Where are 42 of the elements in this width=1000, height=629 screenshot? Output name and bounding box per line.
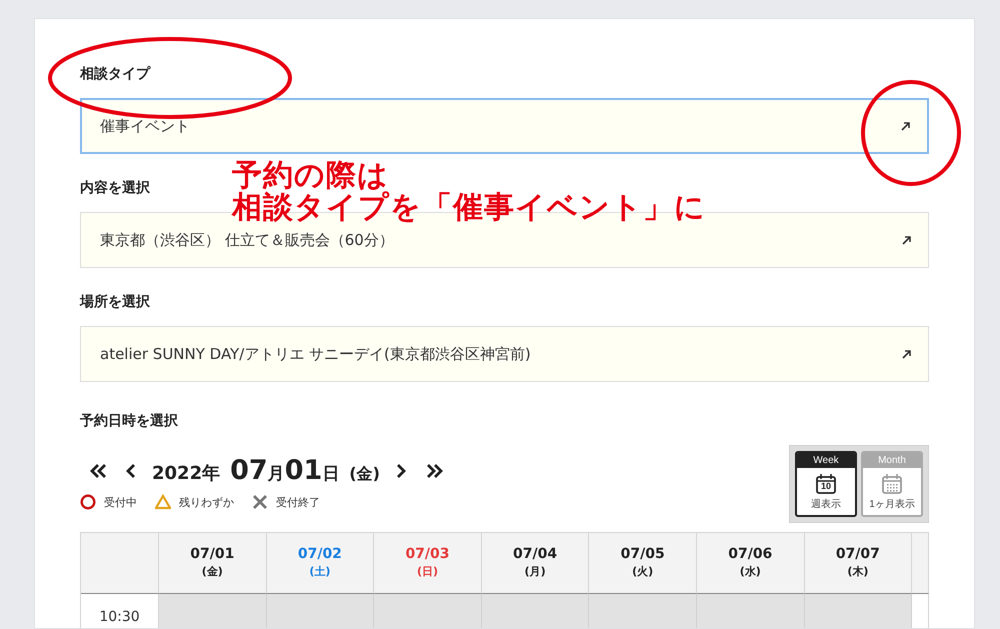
legend-label: 残りわずか [179,494,234,510]
slot-cell[interactable] [804,594,912,628]
field-label: 相談タイプ [80,65,150,84]
slot-cell[interactable] [374,594,482,628]
calendar-icon: 10 [815,473,837,495]
arrow-icon [901,234,912,246]
field-label: 場所を選択 [80,293,150,312]
date-text: 01 [284,455,322,486]
date-header: 07/06 (水) [696,533,805,594]
slot-cell[interactable] [482,594,590,628]
triangle-icon [155,494,171,510]
date-text: 月 [268,463,285,485]
legend-label: 受付中 [104,494,137,510]
annotation-text: 予約の際は [232,160,389,192]
date-text: 07 [230,455,268,486]
date-text: (金) [349,464,380,485]
date-text: 2022年 [152,462,220,485]
slot-cell[interactable] [159,594,267,628]
arrow-icon [901,348,912,360]
date-header: 07/01 (金) [159,533,267,594]
date-header: 07/07 (木) [804,533,912,594]
legend-label: 受付終了 [276,494,320,510]
section-label: 予約日時を選択 [80,412,178,431]
slot-cell[interactable] [589,594,697,628]
select-field[interactable]: 催事イベント [80,98,929,154]
chevron-left-icon [124,462,138,480]
view-tab[interactable]: Week 10 週表示 [795,451,857,517]
cross-icon [252,494,268,510]
date-header: 07/04 (月) [482,533,590,594]
date-text: 日 [322,463,340,485]
double-chevron-left-icon [88,462,108,480]
circle-icon [80,494,96,510]
arrow-icon [900,120,911,132]
select-field[interactable]: atelier SUNNY DAY/アトリエ サニーデイ(東京都渋谷区神宮前) [80,326,929,382]
view-tab[interactable]: Month 1ヶ月表示 [861,451,923,517]
date-header: 07/03 (日) [374,533,482,594]
slot-cell[interactable] [266,594,374,628]
field-label: 内容を選択 [80,178,150,198]
date-header: 07/05 (火) [589,533,697,594]
date-header: 07/02 (土) [266,533,374,594]
slot-cell[interactable] [696,594,805,628]
calendar-icon [881,473,903,495]
